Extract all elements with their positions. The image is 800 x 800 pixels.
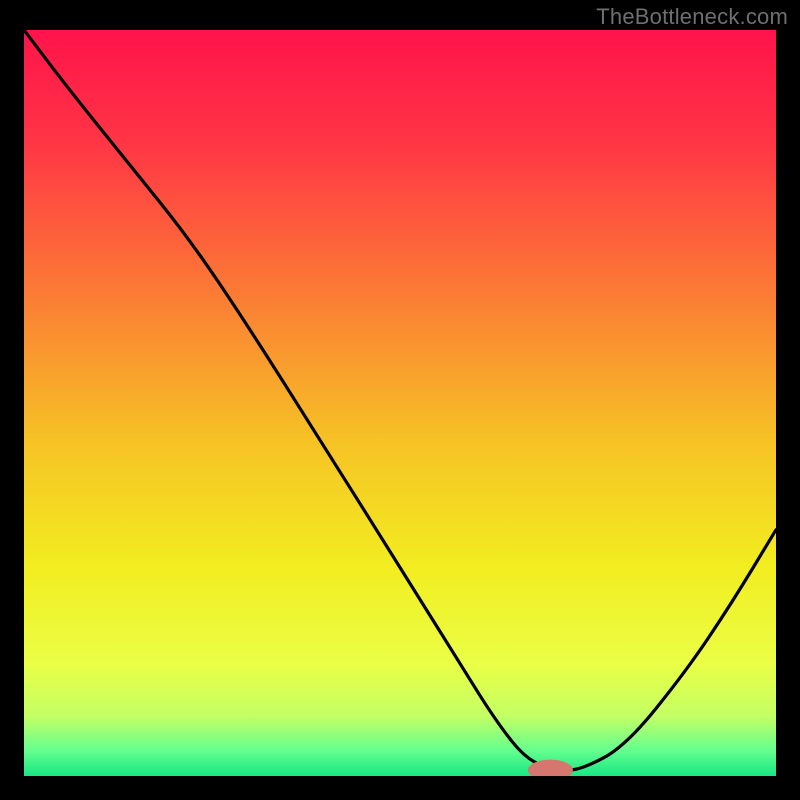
- chart-frame: TheBottleneck.com: [0, 0, 800, 800]
- watermark-text: TheBottleneck.com: [596, 4, 788, 30]
- gradient-background: [24, 30, 776, 776]
- bottleneck-chart: [24, 30, 776, 776]
- plot-area: [24, 30, 776, 776]
